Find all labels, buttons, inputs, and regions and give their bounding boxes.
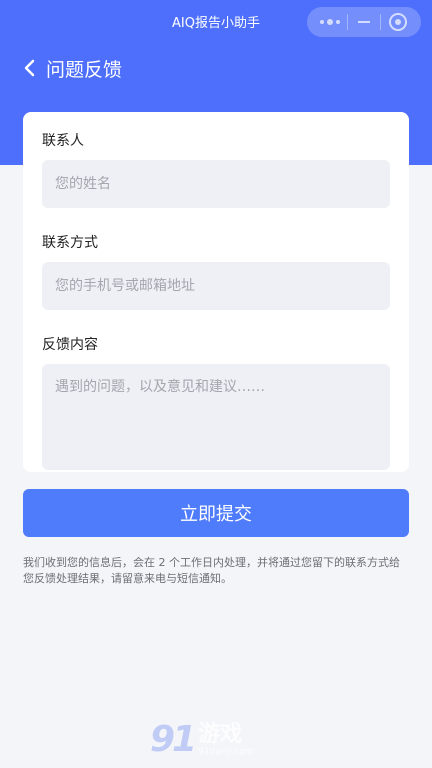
page-title: 问题反馈 [46, 58, 123, 81]
processing-notice: 我们收到您的信息后，会在 2 个工作日内处理，并将通过您留下的联系方式给您反馈处… [23, 556, 400, 585]
watermark-text: 游戏 91danji.com [198, 721, 254, 757]
watermark-url: 91danji.com [198, 746, 254, 757]
contact-method-label: 联系方式 [42, 235, 98, 251]
chevron-left-icon[interactable] [20, 59, 38, 77]
watermark-number: 91 [150, 719, 197, 760]
mini-program-capsule [307, 7, 421, 37]
minus-icon [357, 21, 370, 23]
watermark-name: 游戏 [198, 721, 243, 747]
nav-bar: 问题反馈 [20, 52, 122, 84]
feedback-content-label: 反馈内容 [42, 337, 98, 353]
feedback-form-card: 联系人 联系方式 反馈内容 [23, 112, 409, 472]
feedback-content-textarea[interactable] [42, 364, 390, 470]
capsule-divider [380, 14, 382, 30]
contact-group: 联系人 [42, 130, 390, 208]
submit-button[interactable]: 立即提交 [23, 489, 409, 537]
capsule-divider [346, 14, 348, 30]
watermark-logo: 91 游戏 91danji.com [150, 716, 290, 764]
contact-name-input[interactable] [42, 160, 390, 208]
more-dots-icon [320, 19, 341, 25]
content-group: 反馈内容 [42, 334, 390, 470]
target-icon [388, 13, 407, 31]
contact-label: 联系人 [42, 133, 84, 149]
method-group: 联系方式 [42, 232, 390, 310]
close-button[interactable] [384, 10, 412, 34]
contact-method-input[interactable] [42, 262, 390, 310]
more-button[interactable] [316, 10, 344, 34]
minimize-button[interactable] [350, 10, 378, 34]
